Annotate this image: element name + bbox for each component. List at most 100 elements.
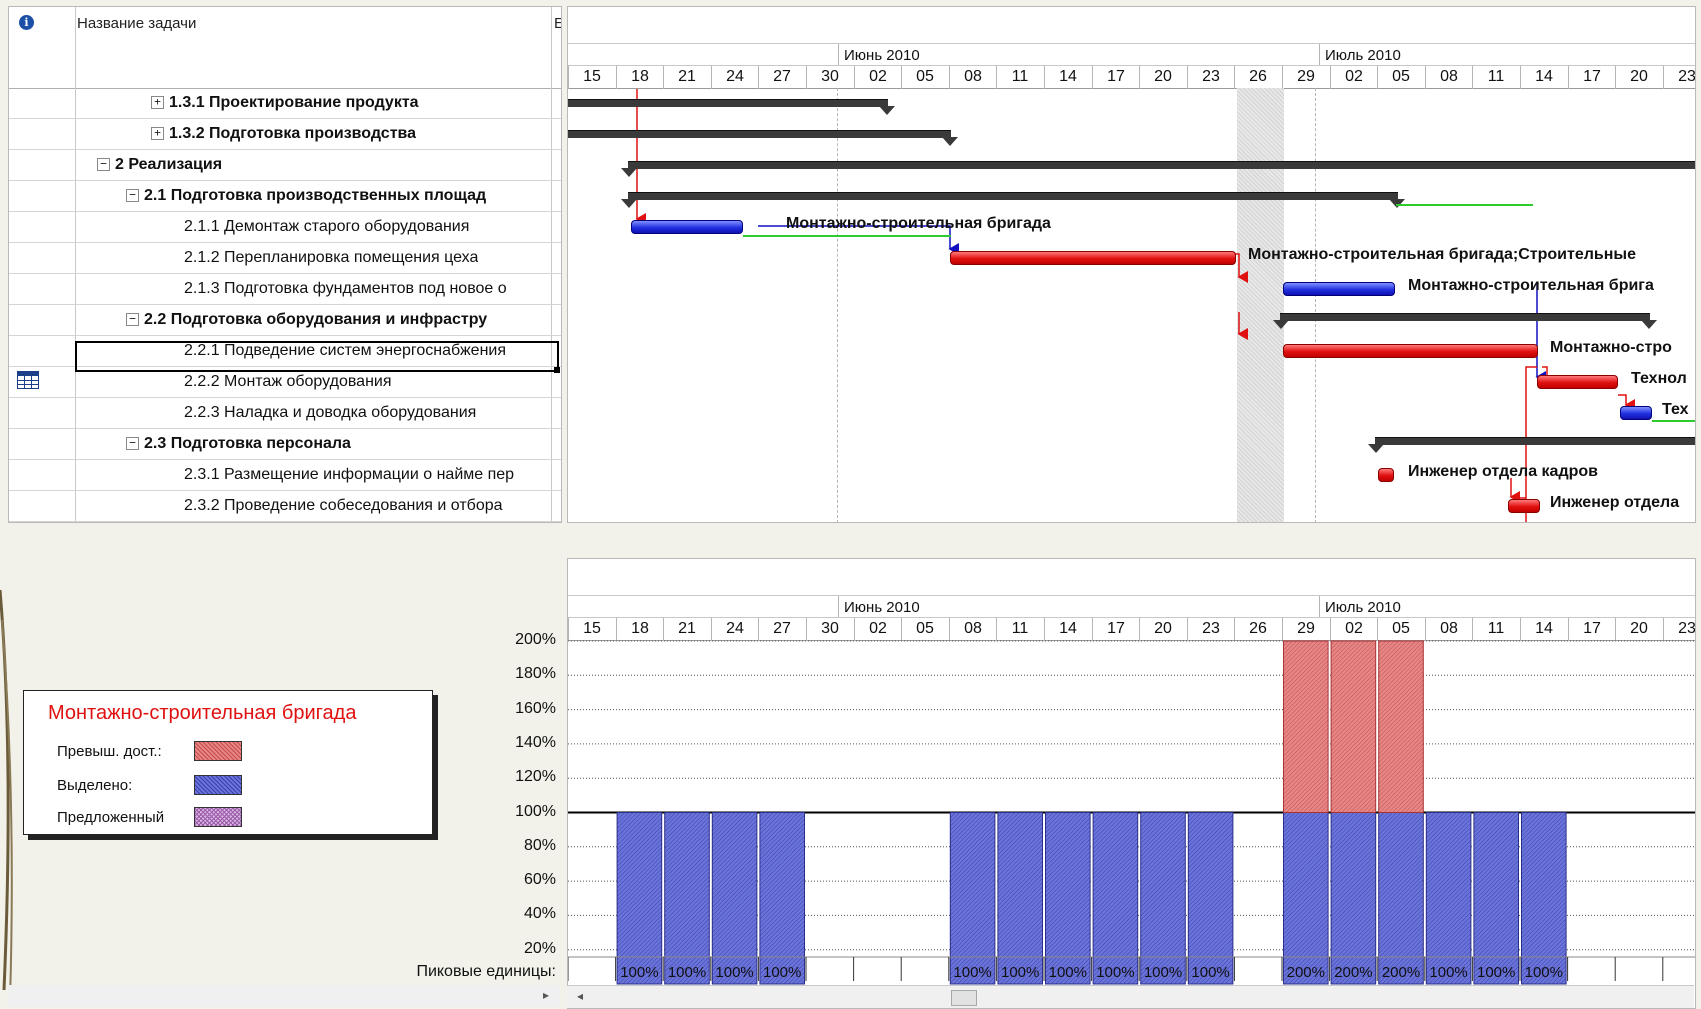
info-icon[interactable]: i (19, 15, 34, 30)
legend-overallocated-label: Превыш. дост.: (57, 743, 162, 760)
resource-graph-legend: Монтажно-строительная бригада Превыш. до… (23, 690, 433, 835)
summary-bar-2-3[interactable] (1368, 437, 1695, 453)
peak-unit-value: 200% (1334, 964, 1372, 981)
task-row[interactable]: 2.1.2 Перепланировка помещения цеха (9, 243, 561, 274)
collapse-icon[interactable]: − (126, 437, 139, 450)
task-name[interactable]: 2.2 Подготовка оборудования и инфрастру (144, 311, 487, 329)
y-tick-label: 80% (523, 837, 556, 854)
collapse-icon[interactable]: − (97, 158, 110, 171)
collapse-icon[interactable]: − (126, 313, 139, 326)
task-name[interactable]: 1.3.1 Проектирование продукта (169, 94, 419, 112)
resource-label: Монтажно-стро (1550, 339, 1672, 356)
peak-units-label: Пиковые единицы: (416, 963, 556, 980)
summary-bar-2-1[interactable] (621, 192, 1405, 208)
legend-allocated-swatch (194, 775, 242, 795)
resource-label: Монтажно-строительная бригада;Строительн… (1248, 246, 1636, 263)
fill-handle[interactable] (554, 367, 560, 373)
scroll-thumb[interactable] (951, 990, 977, 1006)
task-name[interactable]: 2.2.3 Наладка и доводка оборудования (184, 404, 476, 422)
resource-label: Монтажно-строительная бригада (786, 215, 1051, 232)
allocated-bar (1330, 812, 1377, 985)
y-tick-label: 40% (523, 905, 556, 922)
task-name[interactable]: 2.1 Подготовка производственных площад (144, 187, 486, 205)
task-name[interactable]: 1.3.2 Подготовка производства (169, 125, 416, 143)
allocated-bar (949, 812, 996, 985)
y-tick-label: 100% (515, 803, 556, 820)
calendar-icon[interactable] (17, 371, 39, 389)
peak-unit-value: 100% (1049, 964, 1087, 981)
allocated-bar (616, 812, 663, 985)
task-name[interactable]: 2 Реализация (115, 156, 222, 174)
task-name[interactable]: 2.3.2 Проведение собеседования и отбора (184, 497, 503, 515)
task-bar-2-2-3[interactable] (1620, 406, 1652, 420)
resource-graph: Июнь 2010 Июль 2010 15 18 21 24 27 30 02 05 08 11… (567, 558, 1696, 1009)
task-row[interactable]: 2.3.2 Проведение собеседования и отбора (9, 491, 561, 522)
legend-proposed-swatch (194, 807, 242, 827)
link-6 (1542, 366, 1548, 375)
task-name[interactable]: 2.3.1 Размещение информации о найме пер (184, 466, 514, 484)
selected-cell[interactable] (75, 341, 559, 372)
task-bar-2-1-3[interactable] (1283, 282, 1395, 296)
y-tick-label: 20% (523, 940, 556, 957)
link-7 (1618, 394, 1635, 411)
task-name[interactable]: 2.1.3 Подготовка фундаментов под новое о (184, 280, 507, 298)
table-bottom-scrollbar[interactable]: ▸ (8, 985, 560, 1007)
task-row[interactable]: −2 Реализация (9, 150, 561, 181)
task-bar-2-1-2[interactable] (950, 251, 1236, 265)
task-bar-2-2-2[interactable] (1537, 375, 1618, 389)
allocated-bar (1473, 812, 1520, 985)
resource-horizontal-scrollbar[interactable]: ◂ (567, 985, 1694, 1008)
slack-line (1652, 420, 1695, 422)
task-bar-2-3-2[interactable] (1508, 499, 1540, 513)
scroll-left-icon[interactable]: ◂ (577, 989, 583, 1003)
column-header-next[interactable]: Е (554, 15, 561, 32)
task-row[interactable]: −2.1 Подготовка производственных площад (9, 181, 561, 212)
task-row[interactable]: +1.3.2 Подготовка производства (9, 119, 561, 150)
resource-label: Тех (1662, 401, 1689, 418)
task-name[interactable]: 2.2.2 Монтаж оборудования (184, 373, 392, 391)
y-tick-label: 140% (515, 734, 556, 751)
task-row[interactable]: −2.3 Подготовка персонала (9, 429, 561, 460)
task-row[interactable]: 2.2.3 Наладка и доводка оборудования (9, 398, 561, 429)
task-name[interactable]: 2.1.2 Перепланировка помещения цеха (184, 249, 478, 267)
scroll-right-icon[interactable]: ▸ (543, 988, 549, 1002)
gantt-chart: Июнь 2010 Июль 2010 15 18 21 24 27 30 02 05 08 11… (567, 6, 1696, 523)
resource-label: Монтажно-строительная брига (1408, 277, 1654, 294)
task-bar-2-1-1[interactable] (631, 220, 743, 234)
y-tick-label: 60% (523, 871, 556, 888)
task-row[interactable]: +1.3.1 Проектирование продукта (9, 88, 561, 119)
y-tick-label: 180% (515, 665, 556, 682)
peak-unit-value: 200% (1382, 964, 1420, 981)
y-tick-label: 200% (515, 631, 556, 648)
legend-resource-name: Монтажно-строительная бригада (48, 702, 357, 724)
task-row[interactable]: 2.1.3 Подготовка фундаментов под новое о (9, 274, 561, 305)
task-row[interactable]: 2.3.1 Размещение информации о найме пер (9, 460, 561, 491)
resource-label: Технол (1631, 370, 1687, 387)
task-bar-2-3-1[interactable] (1378, 468, 1394, 482)
task-row[interactable]: 2.1.1 Демонтаж старого оборудования (9, 212, 561, 243)
column-header-task-name[interactable]: Название задачи (77, 15, 196, 32)
task-name[interactable]: 2.1.1 Демонтаж старого оборудования (184, 218, 469, 236)
summary-bar-2-2[interactable] (1273, 313, 1657, 329)
peak-unit-value: 100% (668, 964, 706, 981)
task-name[interactable]: 2.3 Подготовка персонала (144, 435, 351, 453)
expand-icon[interactable]: + (151, 96, 164, 109)
summary-bar-2[interactable] (621, 161, 1695, 177)
task-row[interactable]: −2.2 Подготовка оборудования и инфрастру (9, 305, 561, 336)
allocated-bar (1140, 812, 1186, 985)
allocated-bar (711, 812, 758, 985)
summary-bar-1-3-2[interactable] (568, 130, 958, 146)
peak-unit-value: 100% (620, 964, 658, 981)
summary-bar-1-3-1[interactable] (568, 99, 895, 115)
overallocated-bar (1330, 640, 1377, 813)
peak-unit-value: 100% (715, 964, 753, 981)
task-bar-2-2-1[interactable] (1283, 344, 1538, 358)
slack-line (1396, 204, 1533, 206)
peak-unit-value: 100% (953, 964, 991, 981)
y-tick-label: 120% (515, 768, 556, 785)
task-table-header: i Название задачи Е (9, 7, 561, 89)
collapse-icon[interactable]: − (126, 189, 139, 202)
expand-icon[interactable]: + (151, 127, 164, 140)
decorative-strokes (0, 589, 13, 1000)
overallocated-bar (1378, 640, 1424, 813)
